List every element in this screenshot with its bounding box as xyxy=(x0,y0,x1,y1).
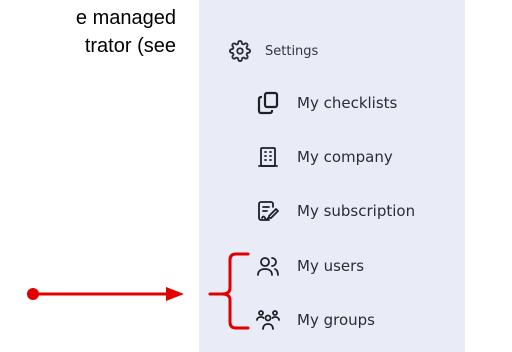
group-icon xyxy=(255,307,281,333)
sidebar-item-my-checklists[interactable]: My checklists xyxy=(255,90,397,116)
sidebar-item-label: My company xyxy=(297,148,393,166)
document-text: e managed trator (see xyxy=(0,4,176,60)
users-icon xyxy=(255,253,281,279)
gear-icon xyxy=(227,38,253,64)
copy-icon xyxy=(255,90,281,116)
sidebar-item-my-groups[interactable]: My groups xyxy=(255,307,375,333)
sidebar-item-label: My groups xyxy=(297,311,375,329)
building-icon xyxy=(255,144,281,170)
sidebar-item-settings[interactable]: Settings xyxy=(227,38,318,64)
sidebar-item-label: My subscription xyxy=(297,202,416,220)
annotation-arrowhead xyxy=(166,287,184,301)
edit-document-icon xyxy=(255,198,281,224)
annotation-dot xyxy=(27,288,39,300)
sidebar-item-label: Settings xyxy=(265,43,319,59)
sidebar-item-label: My users xyxy=(297,257,365,275)
sidebar-item-label: My checklists xyxy=(297,94,398,112)
document-line: e managed xyxy=(75,7,176,29)
sidebar-item-my-subscription[interactable]: My subscription xyxy=(255,198,415,224)
settings-sidebar: Settings My checklists My company My sub… xyxy=(199,0,465,352)
sidebar-item-my-company[interactable]: My company xyxy=(255,144,393,170)
sidebar-item-my-users[interactable]: My users xyxy=(255,253,364,279)
document-line: trator (see xyxy=(84,35,176,57)
